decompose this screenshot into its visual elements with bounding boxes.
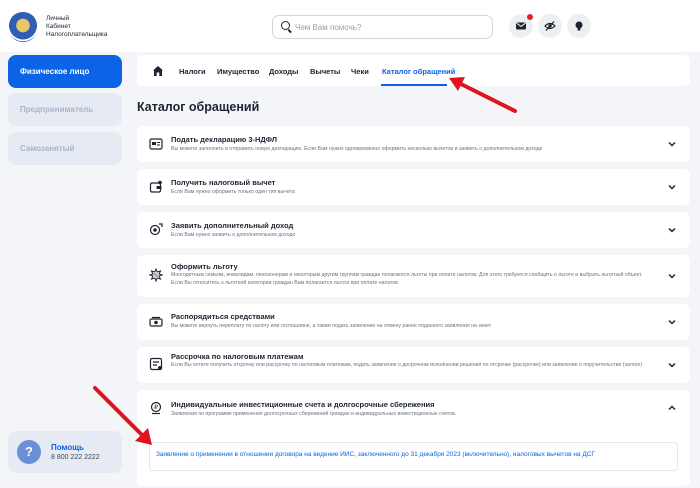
application-link-box: Заявление о применении в отношении догов… [149, 442, 678, 471]
card-description: Вы можете вернуть переплату по налогу ил… [171, 323, 492, 329]
help-title: Помощь [51, 443, 84, 452]
search-input[interactable] [295, 19, 485, 35]
home-icon[interactable] [152, 65, 164, 77]
card-description: Многодетным семьям, инвалидам, пенсионер… [171, 272, 643, 286]
card-title: Оформить льготу [171, 262, 238, 271]
chevron-down-icon[interactable] [668, 361, 676, 369]
card-title: Подать декларацию 3-НДФЛ [171, 135, 278, 144]
sidebar-item-label: Самозанятый [20, 144, 75, 153]
sidebar-item-self-employed[interactable]: Самозанятый [8, 132, 122, 165]
income-icon [149, 223, 163, 236]
help-phone[interactable]: 8 800 222 2222 [51, 454, 100, 461]
installment-icon [149, 357, 163, 371]
chevron-up-icon[interactable] [668, 404, 676, 412]
fns-logo[interactable] [8, 12, 38, 42]
page-title: Каталог обращений [137, 100, 260, 114]
mail-button[interactable] [509, 14, 533, 38]
card-manage-funds[interactable]: Распорядиться средствами Вы можете верну… [137, 304, 690, 340]
logo-line-2: Кабинет [46, 23, 71, 30]
card-description: Если Вам нужно оформить только один тип … [171, 189, 295, 195]
eye-off-icon [544, 21, 556, 31]
chevron-down-icon[interactable] [668, 183, 676, 191]
header: Личный Кабинет Налогоплательщика [0, 0, 700, 52]
logo-text[interactable]: Личный Кабинет Налогоплательщика [46, 15, 107, 39]
card-title: Получить налоговый вычет [171, 178, 276, 187]
tab-income[interactable]: Доходы [269, 67, 298, 76]
card-title: Рассрочка по налоговым платежам [171, 352, 304, 361]
card-description: Если Вы хотите получить отсрочку или рас… [171, 362, 643, 368]
svg-text:%: % [154, 273, 159, 279]
logo-line-1: Личный [46, 15, 70, 22]
chevron-down-icon[interactable] [668, 140, 676, 148]
declaration-icon [149, 138, 163, 150]
theme-button[interactable] [567, 14, 591, 38]
active-tab-indicator [381, 84, 447, 86]
wallet-icon [149, 180, 162, 193]
annotation-arrow-link [93, 386, 152, 445]
iis-application-link[interactable]: Заявление о применении в отношении догов… [156, 451, 596, 459]
sidebar-item-individual[interactable]: Физическое лицо [8, 55, 122, 88]
tab-property[interactable]: Имущество [217, 67, 259, 76]
chevron-down-icon[interactable] [668, 318, 676, 326]
tab-taxes[interactable]: Налоги [179, 67, 206, 76]
card-investment-accounts[interactable]: ₽ Индивидуальные инвестиционные счета и … [137, 390, 690, 486]
benefit-icon: % [149, 268, 163, 282]
search-icon [281, 21, 290, 30]
card-description: Вы можете заполнить и отправить новую де… [171, 146, 543, 152]
card-additional-income[interactable]: Заявить дополнительный доход Если Вам ну… [137, 212, 690, 248]
card-benefit[interactable]: % Оформить льготу Многодетным семьям, ин… [137, 255, 690, 297]
sidebar-item-label: Физическое лицо [20, 67, 90, 76]
mail-icon [516, 22, 526, 30]
card-title: Распорядиться средствами [171, 312, 275, 321]
top-tabs: Налоги Имущество Доходы Вычеты Чеки Ката… [137, 55, 690, 86]
logo-line-3: Налогоплательщика [46, 31, 108, 38]
card-title: Заявить дополнительный доход [171, 221, 294, 230]
visibility-toggle-button[interactable] [538, 14, 562, 38]
search-box[interactable] [272, 15, 493, 39]
card-installment[interactable]: Рассрочка по налоговым платежам Если Вы … [137, 347, 690, 383]
card-description: Если Вам нужно заявить о дополнительном … [171, 232, 296, 238]
tab-deductions[interactable]: Вычеты [310, 67, 340, 76]
card-tax-deduction[interactable]: Получить налоговый вычет Если Вам нужно … [137, 169, 690, 205]
annotation-arrow-tab [449, 77, 517, 113]
sidebar-item-entrepreneur[interactable]: Предприниматель [8, 93, 122, 126]
chevron-down-icon[interactable] [668, 272, 676, 280]
sidebar-item-label: Предприниматель [20, 105, 94, 114]
lightbulb-icon [575, 21, 583, 31]
notification-dot [527, 14, 533, 20]
card-title: Индивидуальные инвестиционные счета и до… [171, 400, 435, 409]
card-description: Заявления по программе применения долгос… [171, 411, 457, 417]
tab-receipts[interactable]: Чеки [351, 67, 369, 76]
help-chat-icon: ? [17, 434, 41, 464]
card-declaration[interactable]: Подать декларацию 3-НДФЛ Вы можете запол… [137, 126, 690, 162]
money-icon [149, 316, 163, 327]
chevron-down-icon[interactable] [668, 226, 676, 234]
